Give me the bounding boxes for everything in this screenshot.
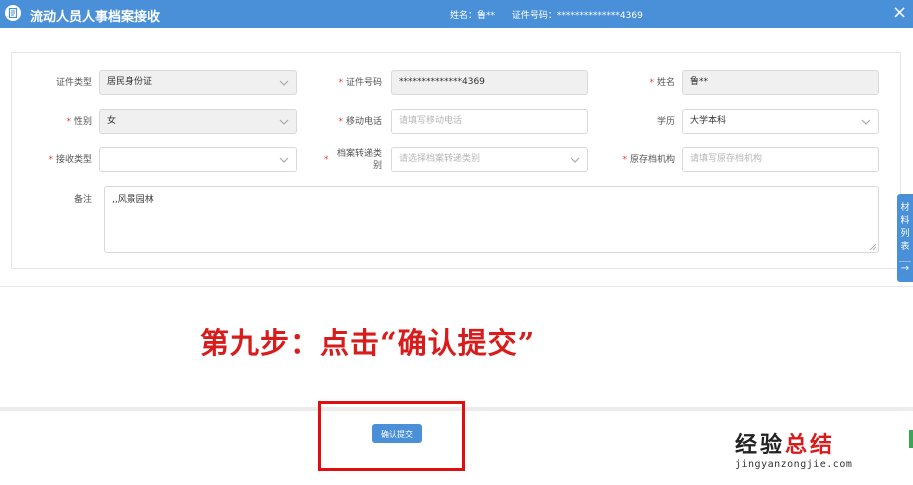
green-edge-tab — [909, 430, 913, 448]
original-org-input[interactable]: 请填写原存档机构 — [682, 147, 879, 172]
watermark-en: jingyanzongjie.com — [735, 459, 853, 470]
id-type-label: 证件类型 — [55, 78, 92, 88]
remarks-textarea[interactable]: ,,风景园林 — [104, 186, 879, 253]
arrow-right-icon: → — [899, 261, 911, 274]
tab-char: 表 — [900, 242, 910, 252]
document-icon — [5, 5, 21, 21]
receive-type-select[interactable] — [99, 147, 297, 172]
confirm-submit-button[interactable]: 确认提交 — [372, 424, 422, 443]
education-select[interactable]: 大学本科 — [682, 109, 879, 134]
chevron-down-icon — [279, 119, 289, 125]
mobile-input[interactable]: 请填写移动电话 — [391, 109, 588, 134]
chevron-down-icon — [279, 80, 289, 86]
gender-select[interactable]: 女 — [99, 109, 297, 134]
mobile-label: * 移动电话 — [338, 117, 382, 127]
chevron-down-icon — [861, 119, 871, 125]
transfer-type-select[interactable]: 请选择档案转递类别 — [391, 147, 588, 172]
receive-type-label: * 接收类型 — [48, 155, 92, 165]
close-button[interactable]: × — [892, 3, 907, 23]
watermark-cn: 经验总结 — [735, 433, 836, 458]
chevron-down-icon — [570, 157, 580, 163]
transfer-type-label: * 档案转递类 别 — [324, 149, 382, 171]
gender-label: * 性别 — [66, 117, 92, 127]
original-org-label: * 原存档机构 — [622, 155, 675, 165]
divider — [0, 286, 913, 287]
name-info: 姓名：鲁** — [450, 11, 496, 21]
form-panel: 证件类型 居民身份证 * 证件号码 **************4369 * 姓名 … — [11, 52, 901, 269]
id-number-label: * 证件号码 — [338, 78, 382, 88]
chevron-down-icon — [279, 157, 289, 163]
instruction-text: 第九步：点击“确认提交” — [200, 326, 536, 360]
window-title: 流动人员人事档案接收 — [30, 10, 161, 25]
name-label: * 姓名 — [649, 78, 675, 88]
tab-char: 材 — [900, 203, 910, 213]
id-info: 证件号码：**************4369 — [511, 11, 643, 21]
id-type-select[interactable]: 居民身份证 — [99, 70, 297, 95]
remarks-label: 备注 — [73, 195, 92, 205]
materials-list-tab[interactable]: 材 料 列 表 → — [897, 194, 913, 282]
id-number-field[interactable]: **************4369 — [391, 70, 588, 95]
resize-handle-icon[interactable] — [869, 243, 876, 250]
tab-char: 料 — [900, 216, 910, 226]
title-bar: 流动人员人事档案接收 姓名：鲁** 证件号码：**************436… — [0, 0, 913, 28]
tab-char: 列 — [900, 229, 910, 239]
education-label: 学历 — [656, 117, 675, 127]
watermark: 经验总结 jingyanzongjie.com — [735, 434, 852, 472]
title-info: 姓名：鲁** 证件号码：**************4369 — [450, 8, 657, 21]
name-field[interactable]: 鲁** — [682, 70, 879, 95]
